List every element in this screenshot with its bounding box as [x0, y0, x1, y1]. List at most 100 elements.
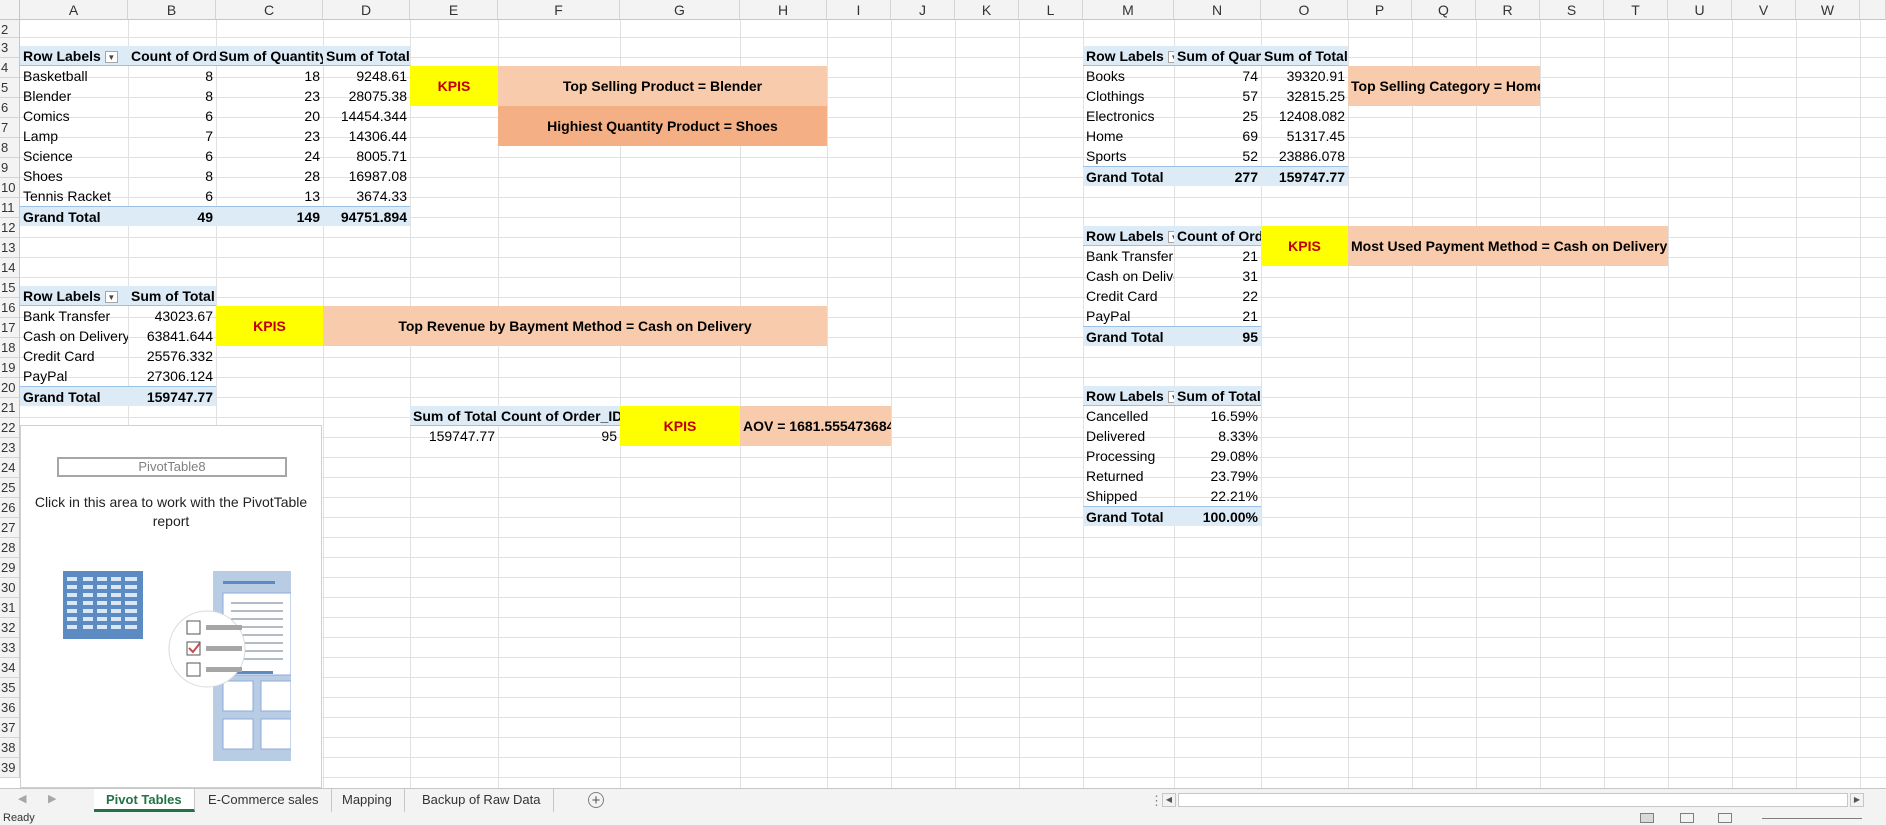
- pivot-status-value[interactable]: 23.79%: [1174, 466, 1261, 486]
- row-header[interactable]: 12: [0, 218, 20, 238]
- row-header[interactable]: 5: [0, 78, 20, 98]
- pivot-products-value[interactable]: 20: [216, 106, 323, 126]
- row-header[interactable]: 23: [0, 438, 20, 458]
- pivot-payment-revenue-header-total[interactable]: Sum of Total: [128, 286, 216, 306]
- filter-dropdown-icon[interactable]: ▼: [104, 51, 118, 64]
- pivot-payment-revenue-grand-total-label[interactable]: Grand Total: [20, 386, 128, 406]
- column-header-l[interactable]: L: [1019, 0, 1083, 20]
- row-header[interactable]: 26: [0, 498, 20, 518]
- pivot-products-value[interactable]: 8: [128, 166, 216, 186]
- row-header[interactable]: 29: [0, 558, 20, 578]
- row-header[interactable]: 10: [0, 178, 20, 198]
- pivot-products-grand-total-value[interactable]: 49: [128, 206, 216, 226]
- column-header-c[interactable]: C: [216, 0, 323, 20]
- pivot-status-label[interactable]: Shipped: [1083, 486, 1174, 506]
- column-header-r[interactable]: R: [1476, 0, 1540, 20]
- column-header-x[interactable]: [1860, 0, 1886, 20]
- row-header[interactable]: 19: [0, 358, 20, 378]
- tab-mapping[interactable]: Mapping: [330, 789, 405, 812]
- row-header[interactable]: 13: [0, 238, 20, 258]
- pivot-status-value[interactable]: 29.08%: [1174, 446, 1261, 466]
- pivot-status-grand-total-label[interactable]: Grand Total: [1083, 506, 1174, 526]
- pivot-status-header-total[interactable]: Sum of Total: [1174, 386, 1261, 406]
- pivot-products-header-row-labels[interactable]: Row Labels ▼: [20, 46, 128, 66]
- scroll-last-sheet-icon[interactable]: ▶: [48, 792, 56, 805]
- pivot-payment-count-label[interactable]: Cash on Delive: [1083, 266, 1174, 286]
- row-header[interactable]: 2: [0, 20, 20, 38]
- pivot-category-value[interactable]: 57: [1174, 86, 1261, 106]
- row-header[interactable]: 4: [0, 58, 20, 78]
- pivot-payment-count-grand-total-value[interactable]: 95: [1174, 326, 1261, 346]
- kpi-aov[interactable]: AOV = 1681.55547368421: [740, 406, 891, 446]
- pivot-payment-count-value[interactable]: 21: [1174, 306, 1261, 326]
- pivot-products-label[interactable]: Shoes: [20, 166, 128, 186]
- pivot-payment-revenue-label[interactable]: Cash on Delivery: [20, 326, 128, 346]
- kpis-label-cell[interactable]: KPIS: [1261, 226, 1348, 266]
- row-header[interactable]: 18: [0, 338, 20, 358]
- row-header[interactable]: 31: [0, 598, 20, 618]
- column-header-m[interactable]: M: [1083, 0, 1174, 20]
- row-header[interactable]: 36: [0, 698, 20, 718]
- pivot-payment-revenue-value[interactable]: 63841.644: [128, 326, 216, 346]
- pivot-category-grand-total-value[interactable]: 277: [1174, 166, 1261, 186]
- page-layout-view-icon[interactable]: [1680, 813, 1694, 823]
- pivot-payment-count-value[interactable]: 21: [1174, 246, 1261, 266]
- column-header-n[interactable]: N: [1174, 0, 1261, 20]
- pivot-status-grand-total-value[interactable]: 100.00%: [1174, 506, 1261, 526]
- pivot-category-value[interactable]: 69: [1174, 126, 1261, 146]
- kpi-highest-quantity-product[interactable]: Highiest Quantity Product = Shoes: [498, 106, 827, 146]
- row-header[interactable]: 16: [0, 298, 20, 318]
- pivot-category-value[interactable]: 51317.45: [1261, 126, 1348, 146]
- column-header-o[interactable]: O: [1261, 0, 1348, 20]
- row-header[interactable]: 22: [0, 418, 20, 438]
- pivot-products-value[interactable]: 28075.38: [323, 86, 410, 106]
- row-header[interactable]: 38: [0, 738, 20, 758]
- row-header[interactable]: 20: [0, 378, 20, 398]
- pivot-status-value[interactable]: 16.59%: [1174, 406, 1261, 426]
- pivot-status-label[interactable]: Returned: [1083, 466, 1174, 486]
- column-header-k[interactable]: K: [955, 0, 1019, 20]
- column-header-b[interactable]: B: [128, 0, 216, 20]
- row-header[interactable]: 39: [0, 758, 20, 778]
- pivot-products-value[interactable]: 18: [216, 66, 323, 86]
- pivot-products-value[interactable]: 8: [128, 86, 216, 106]
- pivot-category-header-row-labels[interactable]: Row Labels▼: [1083, 46, 1174, 66]
- pivot-products-value[interactable]: 7: [128, 126, 216, 146]
- kpi-top-selling-category[interactable]: Top Selling Category = Home: [1348, 66, 1540, 106]
- pivot-category-label[interactable]: Clothings: [1083, 86, 1174, 106]
- pivot-payment-count-value[interactable]: 22: [1174, 286, 1261, 306]
- pivot-products-label[interactable]: Lamp: [20, 126, 128, 146]
- pivot-products-value[interactable]: 9248.61: [323, 66, 410, 86]
- pivot-payment-revenue-grand-total-value[interactable]: 159747.77: [128, 386, 216, 406]
- column-header-j[interactable]: J: [891, 0, 955, 20]
- pivot-status-label[interactable]: Cancelled: [1083, 406, 1174, 426]
- column-header-i[interactable]: I: [827, 0, 891, 20]
- pivot-products-value[interactable]: 6: [128, 146, 216, 166]
- kpis-label-cell[interactable]: KPIS: [216, 306, 323, 346]
- scroll-left-icon[interactable]: ◀: [1162, 793, 1176, 807]
- pivot-products-value[interactable]: 23: [216, 126, 323, 146]
- pivot-products-label[interactable]: Science: [20, 146, 128, 166]
- pivot-payment-revenue-label[interactable]: PayPal: [20, 366, 128, 386]
- row-header[interactable]: 7: [0, 118, 20, 138]
- pivot-products-header-total[interactable]: Sum of Total: [323, 46, 410, 66]
- pivot-aov-total-value[interactable]: 159747.77: [410, 426, 498, 446]
- add-sheet-button[interactable]: +: [588, 792, 604, 808]
- spreadsheet-grid[interactable]: A B C D E F G H I J K L M N O P Q R S T …: [0, 0, 1886, 788]
- pivot-products-header-quantity[interactable]: Sum of Quantity: [216, 46, 323, 66]
- page-break-view-icon[interactable]: [1718, 813, 1732, 823]
- pivot-status-label[interactable]: Delivered: [1083, 426, 1174, 446]
- pivot-products-value[interactable]: 23: [216, 86, 323, 106]
- kpi-top-revenue-payment-method[interactable]: Top Revenue by Bayment Method = Cash on …: [323, 306, 827, 346]
- pivot-category-grand-total-value[interactable]: 159747.77: [1261, 166, 1348, 186]
- column-header-s[interactable]: S: [1540, 0, 1604, 20]
- pivot-products-grand-total-label[interactable]: Grand Total: [20, 206, 128, 226]
- row-header[interactable]: 14: [0, 258, 20, 278]
- pivot-category-value[interactable]: 23886.078: [1261, 146, 1348, 166]
- zoom-slider[interactable]: [1762, 818, 1862, 819]
- pivot-payment-revenue-header-row-labels[interactable]: Row Labels ▼: [20, 286, 128, 306]
- kpi-top-selling-product[interactable]: Top Selling Product = Blender: [498, 66, 827, 106]
- pivot-category-value[interactable]: 12408.082: [1261, 106, 1348, 126]
- normal-view-icon[interactable]: [1640, 813, 1654, 823]
- row-header[interactable]: 27: [0, 518, 20, 538]
